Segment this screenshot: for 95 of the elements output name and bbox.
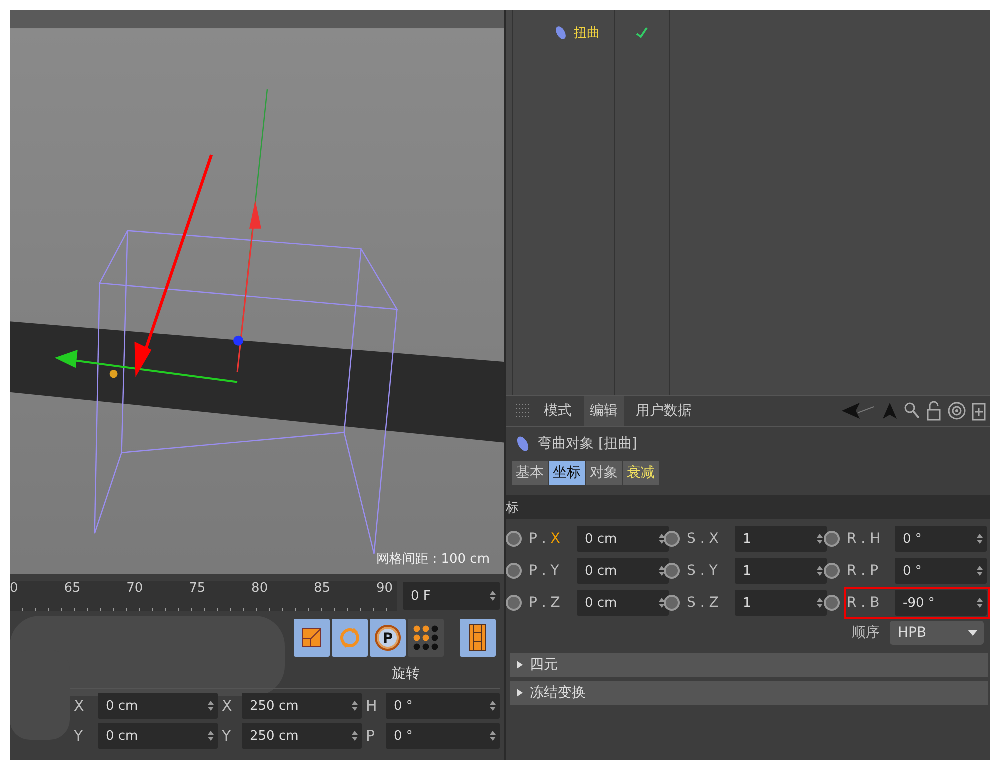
field-label: S . Z [687, 595, 720, 611]
bend-icon [554, 25, 568, 41]
field-label: S . Y [687, 563, 719, 579]
frame-number: 65 [64, 581, 81, 596]
coordinate-field[interactable]: 250 cm [242, 693, 362, 719]
film-icon [468, 624, 488, 652]
bend-icon [516, 435, 530, 453]
value-field[interactable]: 0 cm [577, 590, 669, 616]
search-icon[interactable] [904, 402, 920, 420]
frame-number: 90 [376, 581, 393, 596]
frame-number: 80 [252, 581, 268, 596]
spinner-icon[interactable] [208, 731, 214, 741]
property-tab[interactable]: 对象 [586, 461, 622, 485]
value-field[interactable]: 0 cm [577, 558, 669, 584]
spinner-icon[interactable] [490, 591, 496, 601]
coordinate-field[interactable]: 0 ° [386, 693, 500, 719]
coordinate-field[interactable]: 0 cm [98, 693, 218, 719]
keyframe-radio[interactable] [824, 595, 840, 611]
check-icon[interactable] [636, 27, 648, 39]
menu-tab[interactable]: 编辑 [584, 396, 624, 426]
back-arrow-icon[interactable] [842, 402, 876, 420]
keyframe-radio[interactable] [506, 595, 522, 611]
keyframe-radio[interactable] [664, 563, 680, 579]
spinner-icon[interactable] [352, 731, 358, 741]
column-header: 旋转 [392, 665, 420, 683]
field-label: P . Z [529, 595, 562, 611]
section-header: 标 [506, 495, 990, 519]
axis-label: H [366, 697, 378, 715]
grip-icon [514, 403, 532, 419]
field-label: P . X [529, 531, 562, 547]
field-label: R . B [847, 595, 881, 611]
spinner-icon[interactable] [490, 701, 496, 711]
value-field[interactable]: 0 cm [577, 526, 669, 552]
keyframe-radio[interactable] [506, 563, 522, 579]
caret-icon [968, 630, 978, 636]
coordinate-field[interactable]: 0 cm [98, 723, 218, 749]
frame-number: 70 [126, 581, 144, 596]
frame-number: 0 [10, 581, 18, 596]
axis-label: Y [74, 727, 84, 745]
spinner-icon[interactable] [208, 701, 214, 711]
coordinate-field[interactable]: 0 ° [386, 723, 500, 749]
scale-icon [301, 627, 323, 649]
value-field[interactable]: 1 [735, 558, 827, 584]
object-title: 弯曲对象 [扭曲] [538, 435, 638, 453]
film-button[interactable] [460, 619, 496, 657]
order-dropdown[interactable]: HPB [890, 621, 984, 645]
spinner-icon[interactable] [352, 701, 358, 711]
new-panel-icon[interactable] [972, 401, 986, 421]
value-field[interactable]: -90 ° [895, 590, 987, 616]
field-label: 顺序 [852, 624, 880, 642]
spinner-icon[interactable] [977, 534, 983, 544]
field-label: R . P [847, 563, 880, 579]
keyframe-radio[interactable] [506, 531, 522, 547]
collapsible-group[interactable]: 冻结变换 [510, 681, 988, 705]
keyframe-radio[interactable] [824, 531, 840, 547]
property-tab[interactable]: 基本 [512, 461, 548, 485]
target-icon[interactable] [948, 402, 966, 420]
field-label: S . X [687, 531, 720, 547]
frame-field[interactable]: 0 F [403, 582, 500, 610]
spinner-icon[interactable] [977, 566, 983, 576]
value-field[interactable]: 1 [735, 590, 827, 616]
value-field[interactable]: 0 ° [895, 526, 987, 552]
coordinate-field[interactable]: 250 cm [242, 723, 362, 749]
rotate-icon [338, 626, 362, 650]
property-tab[interactable]: 坐标 [549, 461, 585, 485]
grid-spacing-label: 网格间距 : 100 cm [376, 551, 490, 568]
value-field[interactable]: 1 [735, 526, 827, 552]
property-tab[interactable]: 衰减 [623, 461, 659, 485]
keyframe-radio[interactable] [664, 531, 680, 547]
frame-number: 85 [314, 581, 331, 596]
lock-icon[interactable] [926, 401, 942, 421]
param-button[interactable]: P [370, 619, 406, 657]
param-icon: P [374, 624, 402, 652]
dots-button[interactable] [408, 619, 444, 657]
field-label: R . H [847, 531, 882, 547]
keyframe-radio[interactable] [664, 595, 680, 611]
keyframe-radio[interactable] [824, 563, 840, 579]
axis-label: X [74, 697, 86, 715]
expand-arrow-icon [516, 688, 524, 698]
spinner-icon[interactable] [490, 731, 496, 741]
expand-arrow-icon [516, 660, 524, 670]
axis-label: P [366, 727, 376, 745]
menu-tab[interactable]: 模式 [538, 396, 578, 426]
timeline-ruler[interactable]: 0 65 70 75 80 85 90 [10, 581, 397, 611]
axis-label: X [222, 697, 234, 715]
scale-button[interactable] [294, 619, 330, 657]
frame-number: 75 [189, 581, 206, 596]
value-field[interactable]: 0 ° [895, 558, 987, 584]
object-name[interactable]: 扭曲 [574, 24, 600, 42]
collapsible-group[interactable]: 四元 [510, 653, 988, 677]
field-label: P . Y [529, 563, 560, 579]
dots-icon [412, 624, 440, 652]
spinner-icon[interactable] [977, 598, 983, 608]
axis-label: Y [222, 727, 232, 745]
menu-tab[interactable]: 用户数据 [630, 396, 698, 426]
